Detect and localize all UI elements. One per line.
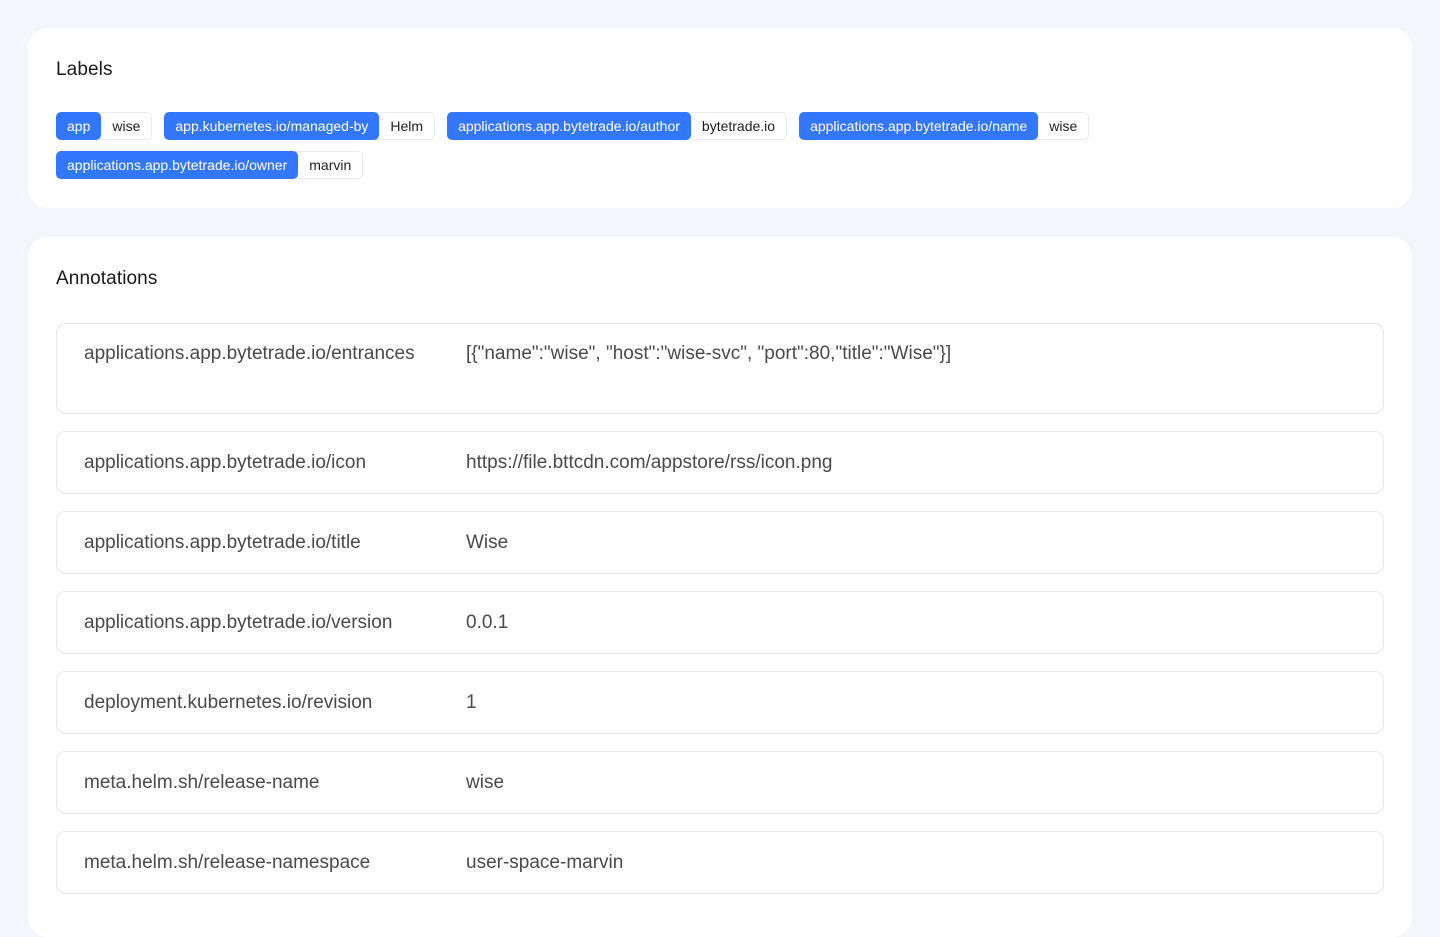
label-key: applications.app.bytetrade.io/author: [447, 112, 691, 140]
annotation-row: meta.helm.sh/release-namespace user-spac…: [56, 831, 1384, 894]
annotation-key: applications.app.bytetrade.io/icon: [84, 451, 367, 473]
labels-card: Labels app wise app.kubernetes.io/manage…: [28, 28, 1412, 208]
annotation-key: applications.app.bytetrade.io/version: [84, 611, 393, 633]
annotations-list: applications.app.bytetrade.io/entrances …: [56, 323, 1384, 894]
label-chip: applications.app.bytetrade.io/owner marv…: [56, 151, 364, 179]
label-key: app.kubernetes.io/managed-by: [164, 112, 380, 140]
annotation-value: Wise: [466, 531, 509, 553]
label-key: applications.app.bytetrade.io/owner: [56, 151, 299, 179]
annotation-row: applications.app.bytetrade.io/title Wise: [56, 511, 1384, 574]
label-chip: applications.app.bytetrade.io/author byt…: [447, 112, 788, 140]
annotation-value: 0.0.1: [466, 611, 509, 633]
annotation-key: applications.app.bytetrade.io/title: [84, 531, 361, 553]
label-value: marvin: [294, 151, 364, 179]
label-value: Helm: [375, 112, 436, 140]
labels-list: app wise app.kubernetes.io/managed-by He…: [56, 112, 1156, 179]
annotation-value: [{"name":"wise", "host":"wise-svc", "por…: [466, 343, 952, 364]
label-key: applications.app.bytetrade.io/name: [799, 112, 1039, 140]
annotation-key: meta.helm.sh/release-name: [84, 771, 320, 793]
annotation-value: 1: [466, 691, 477, 713]
labels-title: Labels: [56, 59, 113, 80]
label-value: bytetrade.io: [686, 112, 788, 140]
annotation-key: meta.helm.sh/release-namespace: [84, 851, 371, 873]
annotation-key: applications.app.bytetrade.io/entrances: [84, 343, 415, 364]
annotation-row: meta.helm.sh/release-name wise: [56, 751, 1384, 814]
annotation-value: user-space-marvin: [466, 851, 624, 873]
label-chip: app wise: [56, 112, 153, 140]
annotation-value: wise: [466, 771, 505, 793]
annotations-card: Annotations applications.app.bytetrade.i…: [28, 237, 1412, 937]
label-key: app: [56, 112, 102, 140]
label-value: wise: [1034, 112, 1090, 140]
annotations-title: Annotations: [56, 268, 158, 289]
annotation-row: applications.app.bytetrade.io/version 0.…: [56, 591, 1384, 654]
annotation-row: deployment.kubernetes.io/revision 1: [56, 671, 1384, 734]
annotation-value: https://file.bttcdn.com/appstore/rss/ico…: [466, 451, 833, 473]
label-value: wise: [97, 112, 153, 140]
annotation-key: deployment.kubernetes.io/revision: [84, 691, 373, 713]
annotation-row: applications.app.bytetrade.io/icon https…: [56, 431, 1384, 494]
label-chip: applications.app.bytetrade.io/name wise: [799, 112, 1090, 140]
annotation-row: applications.app.bytetrade.io/entrances …: [56, 323, 1384, 414]
label-chip: app.kubernetes.io/managed-by Helm: [164, 112, 436, 140]
